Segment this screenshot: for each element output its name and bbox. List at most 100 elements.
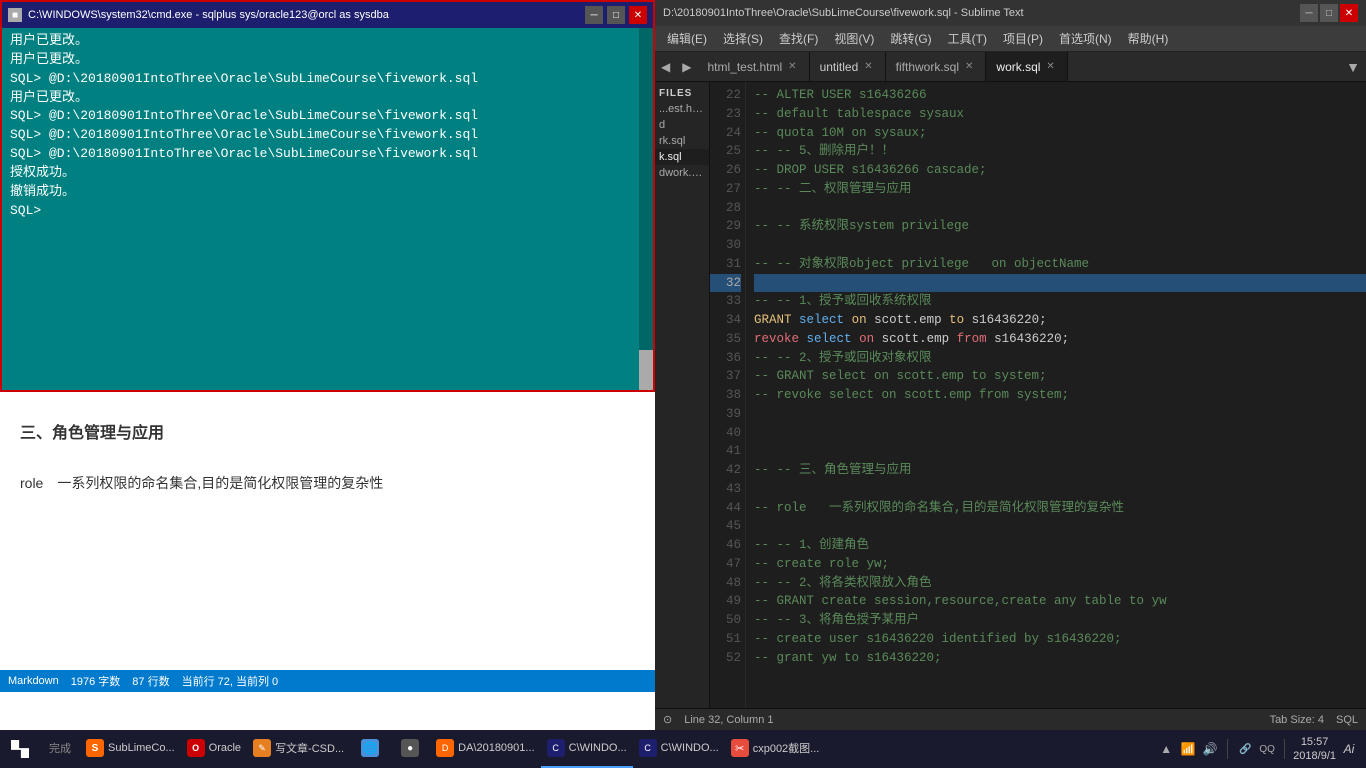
- cmd-titlebar: ■ C:\WINDOWS\system32\cmd.exe - sqlplus …: [2, 2, 653, 28]
- tab-html-test-close[interactable]: ✕: [788, 61, 796, 72]
- tray-link-icon[interactable]: 🔗: [1236, 740, 1254, 758]
- code-line-32: [754, 274, 1366, 293]
- code-line-37: -- GRANT select on scott.emp to system;: [754, 367, 1366, 386]
- tab-html-test[interactable]: html_test.html ✕: [697, 52, 809, 81]
- menu-help[interactable]: 帮助(H): [1120, 28, 1177, 49]
- code-line-40: [754, 424, 1366, 443]
- tab-more-btn[interactable]: ▼: [1340, 59, 1366, 75]
- sublime-window: D:\20180901IntoThree\Oracle\SubLimeCours…: [655, 0, 1366, 730]
- status-syntax: SQL: [1336, 714, 1358, 726]
- cmd-minimize-btn[interactable]: ─: [585, 6, 603, 24]
- tray-divider-2: [1284, 739, 1285, 759]
- sublime-controls: ─ □ ✕: [1300, 4, 1358, 22]
- code-line-26: -- DROP USER s16436266 cascade;: [754, 161, 1366, 180]
- cmd-close-btn[interactable]: ✕: [629, 6, 647, 24]
- tray-icon-1[interactable]: ▲: [1157, 740, 1175, 758]
- tab-fifthwork[interactable]: fifthwork.sql ✕: [886, 52, 987, 81]
- write-taskbar-label: 写文章-CSD...: [275, 740, 344, 756]
- file-item-rksql[interactable]: rk.sql: [655, 133, 709, 149]
- menu-project[interactable]: 项目(P): [995, 28, 1051, 49]
- sublime-title: D:\20180901IntoThree\Oracle\SubLimeCours…: [663, 7, 1024, 19]
- taskbar-complete[interactable]: 完成: [40, 730, 80, 768]
- taskbar-item-write[interactable]: ✎ 写文章-CSD...: [247, 730, 350, 768]
- sublime-minimize-btn[interactable]: ─: [1300, 4, 1318, 22]
- code-line-27: -- -- 二、权限管理与应用: [754, 180, 1366, 199]
- file-item-html[interactable]: ...est.html: [655, 101, 709, 117]
- tab-untitled-close[interactable]: ✕: [864, 61, 872, 72]
- file-item-dworksql[interactable]: dwork.sql: [655, 165, 709, 181]
- sublime-taskbar-icon: S: [86, 739, 104, 757]
- taskbar-start-btn[interactable]: [0, 730, 40, 768]
- tab-work-sql[interactable]: work.sql ✕: [986, 52, 1067, 81]
- status-tab-size: Tab Size: 4: [1270, 714, 1324, 726]
- cmd-maximize-btn[interactable]: □: [607, 6, 625, 24]
- taskbar-item-oracle[interactable]: O Oracle: [181, 730, 247, 768]
- tab-untitled[interactable]: untitled ✕: [810, 52, 886, 81]
- tray-qq-icon[interactable]: QQ: [1258, 740, 1276, 758]
- taskbar-right: ▲ 📶 🔊 🔗 QQ 15:57 2018/9/1 Ai: [1157, 735, 1366, 764]
- line-numbers: 2223242526 2728293031 32 3334353637 3839…: [710, 82, 746, 708]
- cmd-scrollbar[interactable]: [639, 28, 653, 390]
- sublime-tabbar: ◀ ▶ html_test.html ✕ untitled ✕ fifthwor…: [655, 52, 1366, 82]
- taskbar-item-da[interactable]: D DA\20180901...: [430, 730, 540, 768]
- tab-nav-left[interactable]: ◀: [655, 52, 676, 81]
- code-line-24: -- quota 10M on sysaux;: [754, 124, 1366, 143]
- code-line-36: -- -- 2、授予或回收对象权限: [754, 349, 1366, 368]
- tab-html-test-label: html_test.html: [707, 60, 782, 74]
- cmd-scroll-thumb[interactable]: [639, 350, 653, 390]
- menu-goto[interactable]: 跳转(G): [882, 28, 939, 49]
- taskbar-clock[interactable]: 15:57 2018/9/1: [1293, 735, 1336, 764]
- oracle-taskbar-label: Oracle: [209, 742, 241, 754]
- code-line-22: -- ALTER USER s16436266: [754, 86, 1366, 105]
- taskbar-item-cmd2[interactable]: C C\WINDO...: [633, 730, 725, 768]
- ai-label[interactable]: Ai: [1340, 740, 1358, 758]
- sublime-menubar: 编辑(E) 选择(S) 查找(F) 视图(V) 跳转(G) 工具(T) 项目(P…: [655, 26, 1366, 52]
- doc-statusbar: Markdown 1976 字数 87 行数 当前行 72, 当前列 0: [0, 670, 660, 692]
- doc-lang: Markdown: [8, 675, 59, 687]
- clock-time: 15:57: [1293, 735, 1336, 749]
- taskbar-item-cmd1[interactable]: C C\WINDO...: [541, 730, 633, 768]
- menu-tools[interactable]: 工具(T): [940, 28, 995, 49]
- code-line-33: -- -- 1、授予或回收系统权限: [754, 292, 1366, 311]
- tab-work-label: work.sql: [996, 60, 1040, 74]
- code-line-48: -- -- 2、将各类权限放入角色: [754, 574, 1366, 593]
- code-line-25: -- -- 5、删除用户！！: [754, 142, 1366, 161]
- code-line-50: -- -- 3、将角色授予某用户: [754, 611, 1366, 630]
- tab-work-close[interactable]: ✕: [1046, 61, 1054, 72]
- taskbar-item-screenshot[interactable]: ✂ cxp002截图...: [725, 730, 826, 768]
- cmd-body[interactable]: 用户已更改。 用户已更改。 SQL> @D:\20180901IntoThree…: [2, 28, 653, 390]
- tab-nav-right[interactable]: ▶: [676, 52, 697, 81]
- sublime-taskbar-label: SubLimeCo...: [108, 742, 175, 754]
- code-area[interactable]: 2223242526 2728293031 32 3334353637 3839…: [710, 82, 1366, 708]
- code-lines[interactable]: -- ALTER USER s16436266 -- default table…: [746, 82, 1366, 708]
- da-taskbar-label: DA\20180901...: [458, 742, 534, 754]
- tab-fifthwork-close[interactable]: ✕: [965, 61, 973, 72]
- status-line-col: Line 32, Column 1: [684, 714, 773, 726]
- code-line-52: -- grant yw to s16436220;: [754, 649, 1366, 668]
- menu-view[interactable]: 视图(V): [826, 28, 882, 49]
- file-item-d[interactable]: d: [655, 117, 709, 133]
- menu-preferences[interactable]: 首选项(N): [1051, 28, 1120, 49]
- taskbar-item-app1[interactable]: ●: [390, 730, 430, 768]
- cmd-line-18: SQL>: [10, 202, 645, 221]
- menu-edit[interactable]: 编辑(E): [659, 28, 715, 49]
- cmd-line-8: 用户已更改。: [10, 89, 645, 108]
- oracle-taskbar-icon: O: [187, 739, 205, 757]
- cmd2-taskbar-icon: C: [639, 739, 657, 757]
- taskbar-item-sublime[interactable]: S SubLimeCo...: [80, 730, 181, 768]
- menu-find[interactable]: 查找(F): [771, 28, 826, 49]
- file-item-ksql[interactable]: k.sql: [655, 149, 709, 165]
- menu-select[interactable]: 选择(S): [715, 28, 771, 49]
- cmd2-taskbar-label: C\WINDO...: [661, 742, 719, 754]
- ai-text: Ai: [1344, 742, 1355, 756]
- tray-divider: [1227, 739, 1228, 759]
- taskbar-item-browser[interactable]: 🌐: [350, 730, 390, 768]
- taskbar: 完成 S SubLimeCo... O Oracle ✎ 写文章-CSD... …: [0, 730, 1366, 768]
- clock-date: 2018/9/1: [1293, 749, 1336, 763]
- sublime-maximize-btn[interactable]: □: [1320, 4, 1338, 22]
- sublime-close-btn[interactable]: ✕: [1340, 4, 1358, 22]
- tray-sound-icon[interactable]: 🔊: [1201, 740, 1219, 758]
- tray-network-icon[interactable]: 📶: [1179, 740, 1197, 758]
- screenshot-taskbar-icon: ✂: [731, 739, 749, 757]
- doc-heading-2: 三、角色管理与应用: [20, 419, 640, 443]
